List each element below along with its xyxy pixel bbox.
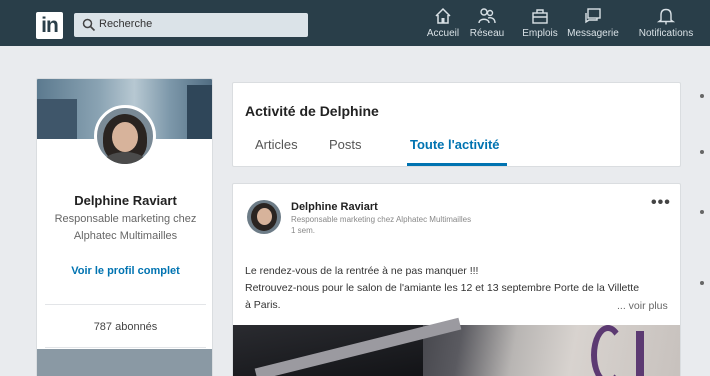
- post-text-line: à Paris.: [245, 299, 281, 311]
- nav-network-label: Réseau: [469, 28, 505, 39]
- tab-posts[interactable]: Posts: [329, 137, 362, 152]
- search-placeholder: Recherche: [99, 18, 153, 30]
- view-full-profile-link[interactable]: Voir le profil complet: [37, 265, 212, 277]
- nav-jobs[interactable]: Emplois: [519, 6, 561, 42]
- post-image[interactable]: [233, 317, 680, 376]
- sidebar-fragment: [700, 94, 704, 98]
- post-author-avatar[interactable]: [247, 200, 281, 234]
- tab-articles[interactable]: Articles: [255, 137, 298, 152]
- nav-home[interactable]: Accueil: [421, 6, 465, 42]
- see-more-link[interactable]: ... voir plus: [617, 300, 668, 312]
- sidebar-fragment: [700, 210, 704, 214]
- search-icon: [82, 18, 96, 32]
- linkedin-logo[interactable]: in: [36, 12, 63, 39]
- divider: [45, 304, 206, 305]
- nav-notifications[interactable]: Notifications: [636, 6, 696, 42]
- activity-title: Activité de Delphine: [245, 103, 379, 119]
- profile-avatar[interactable]: [94, 105, 156, 167]
- more-options-icon[interactable]: •••: [651, 194, 671, 212]
- followers-count[interactable]: 787 abonnés: [37, 321, 212, 333]
- bell-icon: [656, 8, 676, 25]
- nav-messaging[interactable]: Messagerie: [565, 6, 621, 42]
- post-text-line: Le rendez-vous de la rentrée à ne pas ma…: [245, 265, 479, 277]
- nav-network[interactable]: Réseau: [468, 6, 506, 42]
- nav-messaging-label: Messagerie: [567, 28, 619, 39]
- post-text-line: Retrouvez-nous pour le salon de l'amiant…: [245, 282, 640, 294]
- network-icon: [478, 8, 496, 24]
- active-tab-indicator: [407, 163, 507, 166]
- search-input[interactable]: Recherche: [74, 13, 308, 37]
- nav-notifications-label: Notifications: [638, 28, 694, 39]
- activity-header-card: Activité de Delphine Articles Posts Tout…: [232, 82, 681, 167]
- profile-headline: Responsable marketing chez Alphatec Mult…: [54, 213, 197, 242]
- sidebar-fragment: [700, 150, 704, 154]
- profile-card: Delphine Raviart Responsable marketing c…: [36, 78, 213, 376]
- top-navigation-bar: in Recherche Accueil Réseau Emplois Mess…: [0, 0, 710, 46]
- nav-home-label: Accueil: [426, 28, 460, 39]
- nav-jobs-label: Emplois: [522, 28, 558, 39]
- post-author-name[interactable]: Delphine Raviart: [291, 201, 378, 213]
- post-author-headline: Responsable marketing chez Alphatec Mult…: [291, 215, 472, 224]
- tab-all-activity[interactable]: Toute l'activité: [410, 137, 500, 152]
- sidebar-fragment: [700, 281, 704, 285]
- post-text: Le rendez-vous de la rentrée à ne pas ma…: [245, 263, 675, 314]
- profile-name[interactable]: Delphine Raviart: [37, 193, 212, 208]
- messaging-icon: [585, 8, 601, 24]
- jobs-icon: [532, 9, 548, 24]
- profile-card-footer: [37, 349, 212, 376]
- post-timestamp: 1 sem.: [291, 226, 316, 235]
- post-card: Delphine Raviart Responsable marketing c…: [232, 183, 681, 376]
- divider: [45, 347, 206, 348]
- home-icon: [435, 7, 451, 24]
